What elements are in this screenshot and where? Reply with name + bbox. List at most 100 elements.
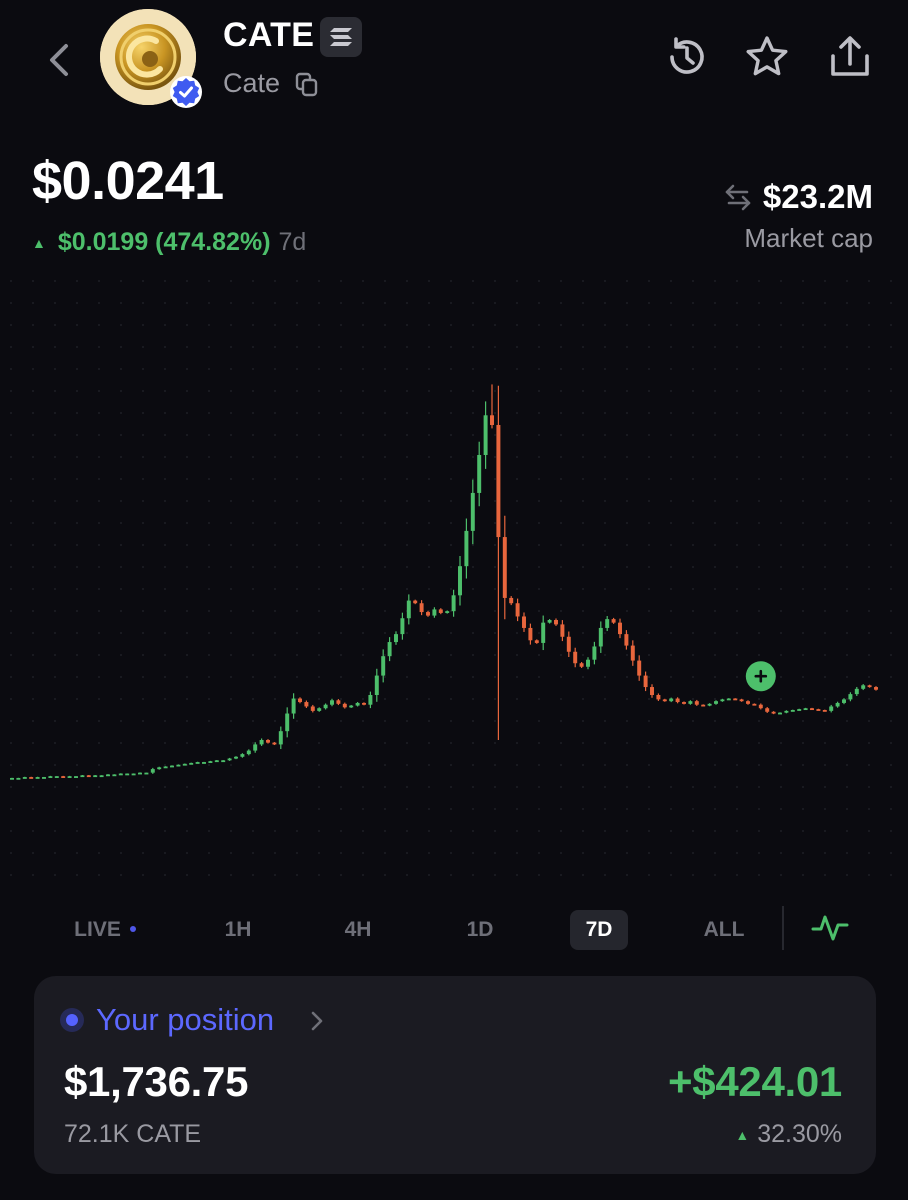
candle xyxy=(253,744,258,751)
tf-all[interactable]: ALL xyxy=(692,910,756,950)
candle xyxy=(368,695,373,705)
share-icon[interactable] xyxy=(827,34,873,80)
market-cap-label: Market cap xyxy=(744,223,873,253)
candle xyxy=(80,775,85,778)
candle xyxy=(278,731,283,745)
position-amount: 72.1K CATE xyxy=(64,1120,202,1148)
candle xyxy=(118,773,123,776)
candle xyxy=(624,634,629,646)
current-price: $0.0241 xyxy=(32,151,224,211)
back-chevron-icon[interactable] xyxy=(44,42,74,78)
candle xyxy=(822,710,827,712)
candle xyxy=(266,740,270,743)
candle xyxy=(330,700,334,705)
tf-1d-label: 1D xyxy=(466,918,494,941)
candle xyxy=(35,777,40,779)
candle xyxy=(694,701,699,705)
candle xyxy=(93,775,98,778)
market-cap-value: $23.2M xyxy=(762,178,873,215)
tf-7d[interactable]: 7D xyxy=(570,910,628,950)
candle xyxy=(848,694,853,700)
position-title[interactable]: Your position xyxy=(96,1002,274,1038)
candle xyxy=(406,600,411,619)
candle xyxy=(490,415,494,425)
candle xyxy=(298,698,302,703)
candle xyxy=(560,624,565,637)
line-chart-icon[interactable] xyxy=(810,908,850,948)
history-icon[interactable] xyxy=(664,34,710,80)
candle xyxy=(778,712,782,715)
candle xyxy=(874,687,878,690)
candle xyxy=(771,711,776,714)
candle xyxy=(605,619,610,628)
candle xyxy=(720,699,725,702)
position-pnl: +$424.01 xyxy=(668,1058,842,1105)
candle xyxy=(867,685,872,688)
candle xyxy=(413,600,418,604)
candle xyxy=(432,609,437,616)
candle xyxy=(451,595,456,612)
candle xyxy=(566,636,571,652)
candle xyxy=(16,777,21,780)
candle xyxy=(592,646,597,660)
candle xyxy=(515,603,520,617)
candle xyxy=(477,455,482,493)
candle xyxy=(336,700,341,704)
candle xyxy=(522,616,526,628)
candle xyxy=(726,698,731,701)
candle xyxy=(285,713,290,732)
candle xyxy=(400,618,405,635)
divider xyxy=(782,906,784,950)
candle xyxy=(586,659,590,667)
tf-live-label: LIVE xyxy=(74,918,121,941)
up-arrow-icon: ▲ xyxy=(32,234,46,251)
candle xyxy=(458,566,462,596)
live-indicator-icon xyxy=(129,926,136,932)
candle xyxy=(758,704,763,709)
candle xyxy=(746,701,750,704)
candle xyxy=(221,760,226,763)
candle xyxy=(445,611,450,613)
candle xyxy=(86,775,91,778)
candle xyxy=(842,699,846,703)
buy-marker[interactable] xyxy=(745,661,776,692)
swap-arrows-icon xyxy=(725,184,751,211)
tf-4h-label: 4H xyxy=(344,918,372,941)
candle xyxy=(234,756,238,759)
candle xyxy=(797,709,802,711)
candle xyxy=(374,675,379,695)
candle xyxy=(208,761,213,763)
verified-badge-icon xyxy=(170,76,202,108)
candle xyxy=(739,699,744,702)
position-value: $1,736.75 xyxy=(64,1058,249,1105)
tf-live[interactable]: LIVE xyxy=(60,910,150,950)
candle xyxy=(547,620,552,623)
tf-1d[interactable]: 1D xyxy=(450,910,510,950)
candle xyxy=(61,776,66,778)
market-cap-toggle[interactable]: $23.2M xyxy=(723,178,873,216)
candle xyxy=(682,702,686,704)
copy-icon[interactable] xyxy=(295,72,319,98)
candle xyxy=(835,702,840,707)
candle xyxy=(29,777,34,779)
candle xyxy=(381,656,386,676)
candle xyxy=(176,764,181,767)
chevron-right-icon[interactable] xyxy=(308,1008,326,1034)
price-chart[interactable] xyxy=(0,270,908,880)
candle xyxy=(394,634,398,643)
candle xyxy=(509,597,514,604)
tf-1h[interactable]: 1H xyxy=(208,910,268,950)
position-pnl-percent: ▲ 32.30% xyxy=(735,1120,842,1149)
candle xyxy=(291,698,296,714)
candle xyxy=(496,425,501,538)
candle xyxy=(195,762,200,764)
candle xyxy=(752,703,757,706)
candle xyxy=(765,708,770,712)
candle xyxy=(502,537,507,598)
star-icon[interactable] xyxy=(744,34,790,80)
candle xyxy=(803,708,808,711)
candle xyxy=(227,758,232,761)
chain-badge-icon xyxy=(320,17,362,57)
tf-4h[interactable]: 4H xyxy=(328,910,388,950)
candle xyxy=(355,702,360,706)
